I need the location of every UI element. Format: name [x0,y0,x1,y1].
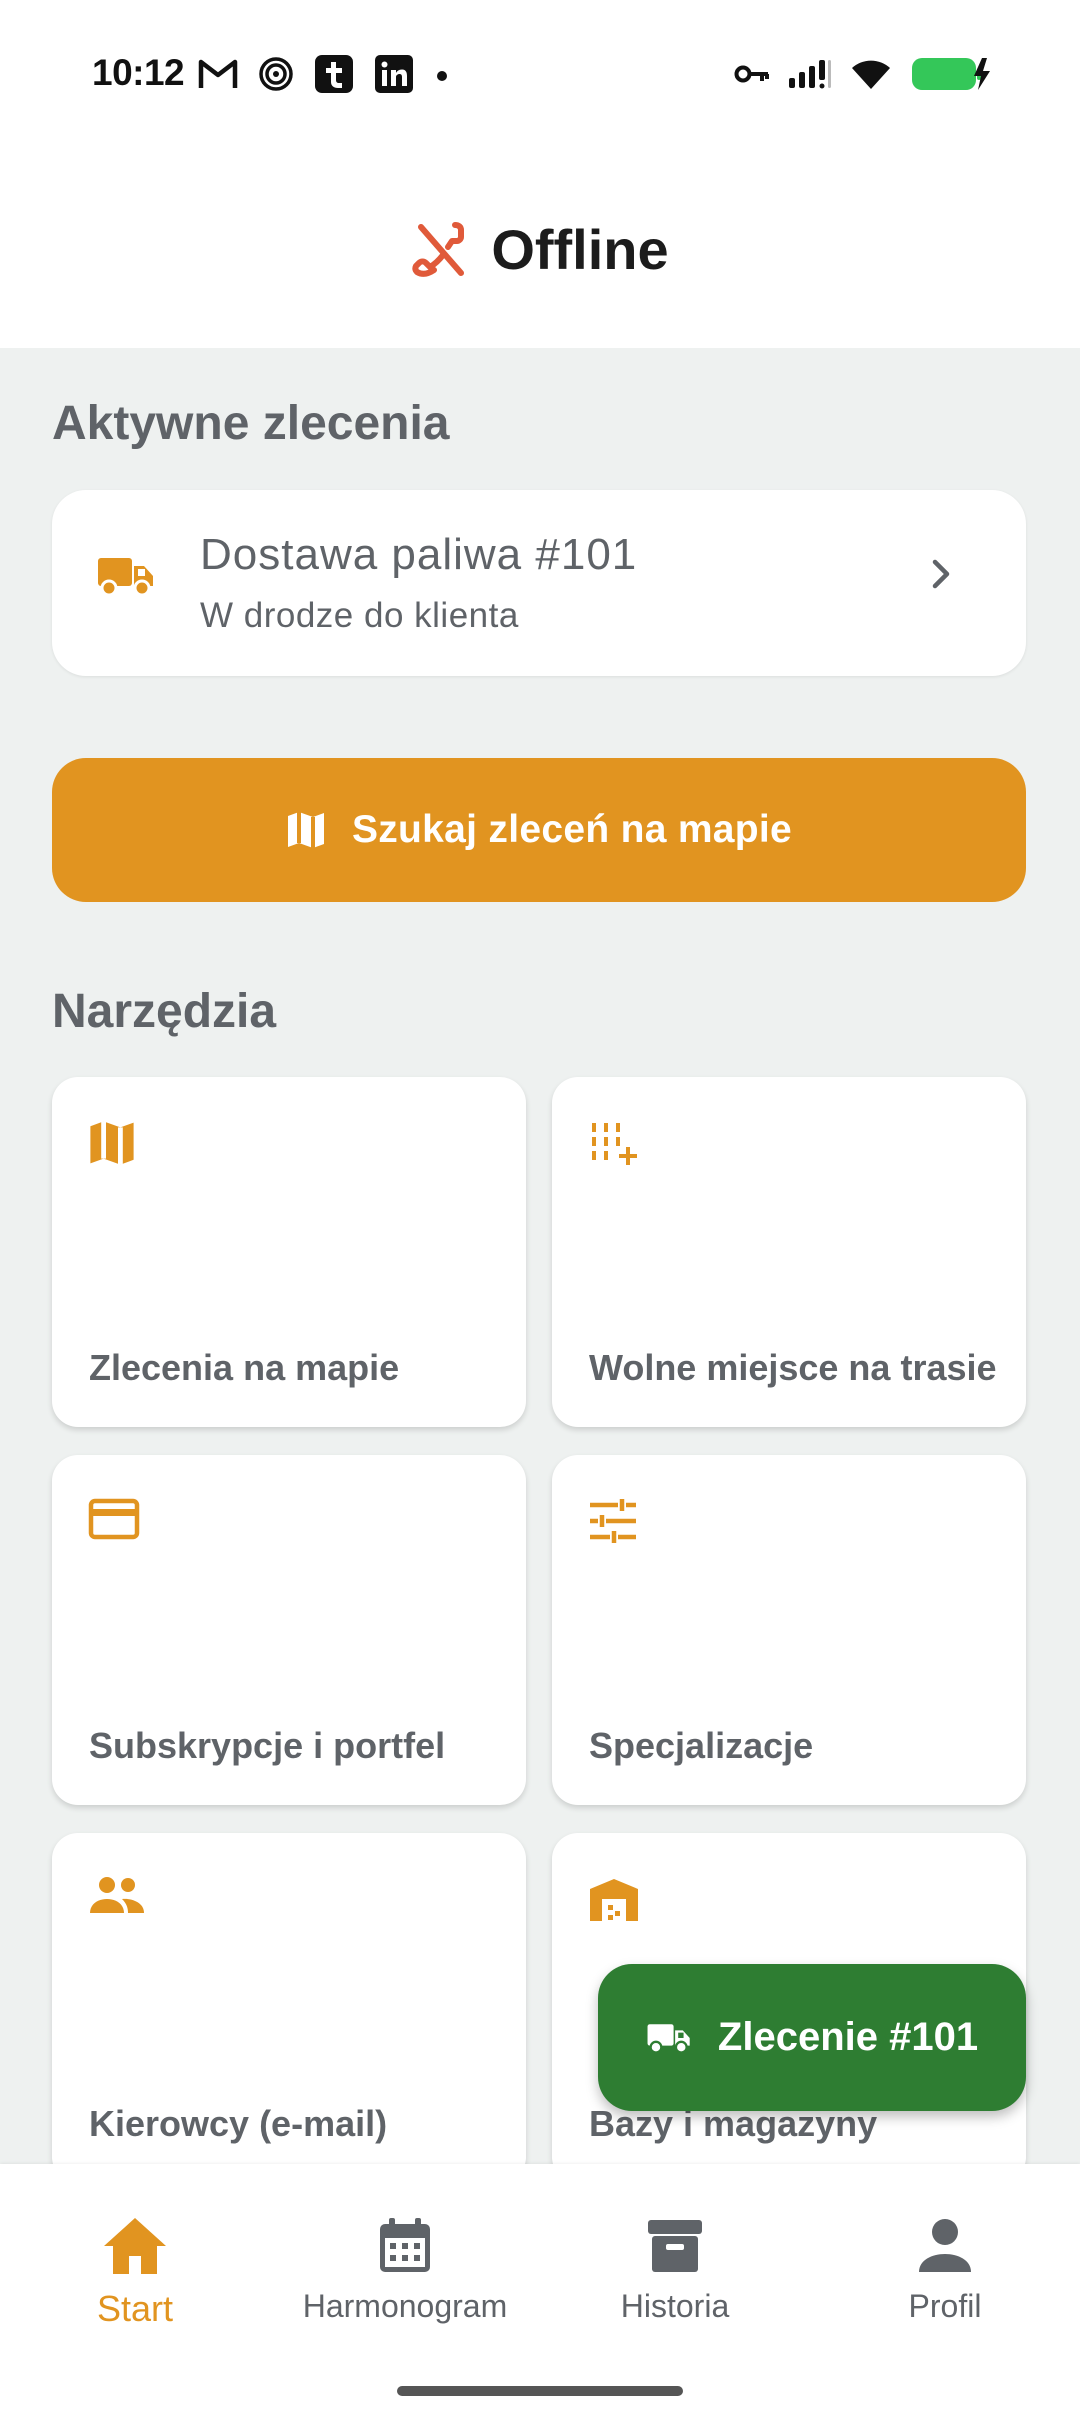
system-icons [734,56,992,92]
group-icon [88,1875,146,1915]
active-orders-heading: Aktywne zlecenia [52,397,450,450]
nav-harmonogram[interactable]: Harmonogram [270,2216,540,2325]
notification-icons [198,54,450,94]
phone-disabled-icon [411,219,471,279]
nav-historia[interactable]: Historia [540,2216,810,2325]
search-orders-map-button[interactable]: Szukaj zleceń na mapie [52,758,1026,902]
tile-label: Specjalizacje [589,1725,814,1766]
tile-subscriptions-wallet[interactable]: Subskrypcje i portfel [52,1455,526,1805]
chevron-right-icon [926,556,956,592]
tile-orders-map[interactable]: Zlecenia na mapie [52,1077,526,1427]
current-order-fab[interactable]: Zlecenie #101 [598,1964,1026,2111]
tile-label: Subskrypcje i portfel [89,1725,446,1766]
nav-profil[interactable]: Profil [810,2216,1080,2325]
nav-start[interactable]: Start [0,2216,270,2330]
map-icon [286,810,326,850]
tile-drivers-email[interactable]: Kierowcy (e-mail) [52,1833,526,2183]
nav-label: Historia [620,2288,730,2324]
tumblr-icon [314,54,354,94]
person-icon [917,2216,973,2276]
search-orders-map-label: Szukaj zleceń na mapie [351,808,793,851]
order-status: W drodze do klienta [200,596,519,635]
archive-icon [646,2216,704,2276]
playlist-add-icon [588,1119,640,1171]
warehouse-icon [588,1875,640,1923]
tile-label: Kierowcy (e-mail) [89,2103,388,2144]
status-time: 10:12 [92,52,185,93]
spiral-app-icon [258,56,294,92]
dot-icon [434,54,450,94]
tile-free-space-route[interactable]: Wolne miejsce na trasie [552,1077,1026,1427]
wifi-icon [850,58,892,90]
gmail-icon [198,58,238,90]
credit-card-icon [88,1497,140,1541]
status-bar: 10:12 [0,0,1080,150]
signal-icon [788,58,832,90]
app-header: Offline [0,150,1080,348]
tile-label: Zlecenia na mapie [89,1347,400,1388]
nav-label: Harmonogram [302,2288,508,2324]
bottom-navigation: Start Harmonogram Historia Profil [0,2164,1080,2424]
vpn-key-icon [734,62,770,86]
active-order-card[interactable]: Dostawa paliwa #101 W drodze do klienta [52,490,1026,676]
page-title: Offline [491,217,669,281]
order-title: Dostawa paliwa #101 [200,530,638,579]
tile-label: Wolne miejsce na trasie [589,1347,997,1388]
linkedin-icon [374,54,414,94]
nav-label: Profil [908,2288,982,2324]
calendar-icon [377,2216,433,2276]
tools-heading: Narzędzia [52,985,277,1038]
truck-icon [646,2021,692,2055]
tune-icon [588,1497,638,1545]
tile-specializations[interactable]: Specjalizacje [552,1455,1026,1805]
fab-label: Zlecenie #101 [717,2015,979,2059]
map-icon [88,1119,136,1167]
truck-icon [96,554,156,598]
home-indicator[interactable] [397,2386,683,2396]
nav-label: Start [96,2288,174,2329]
home-icon [102,2216,168,2276]
battery-charging-icon [910,56,992,92]
